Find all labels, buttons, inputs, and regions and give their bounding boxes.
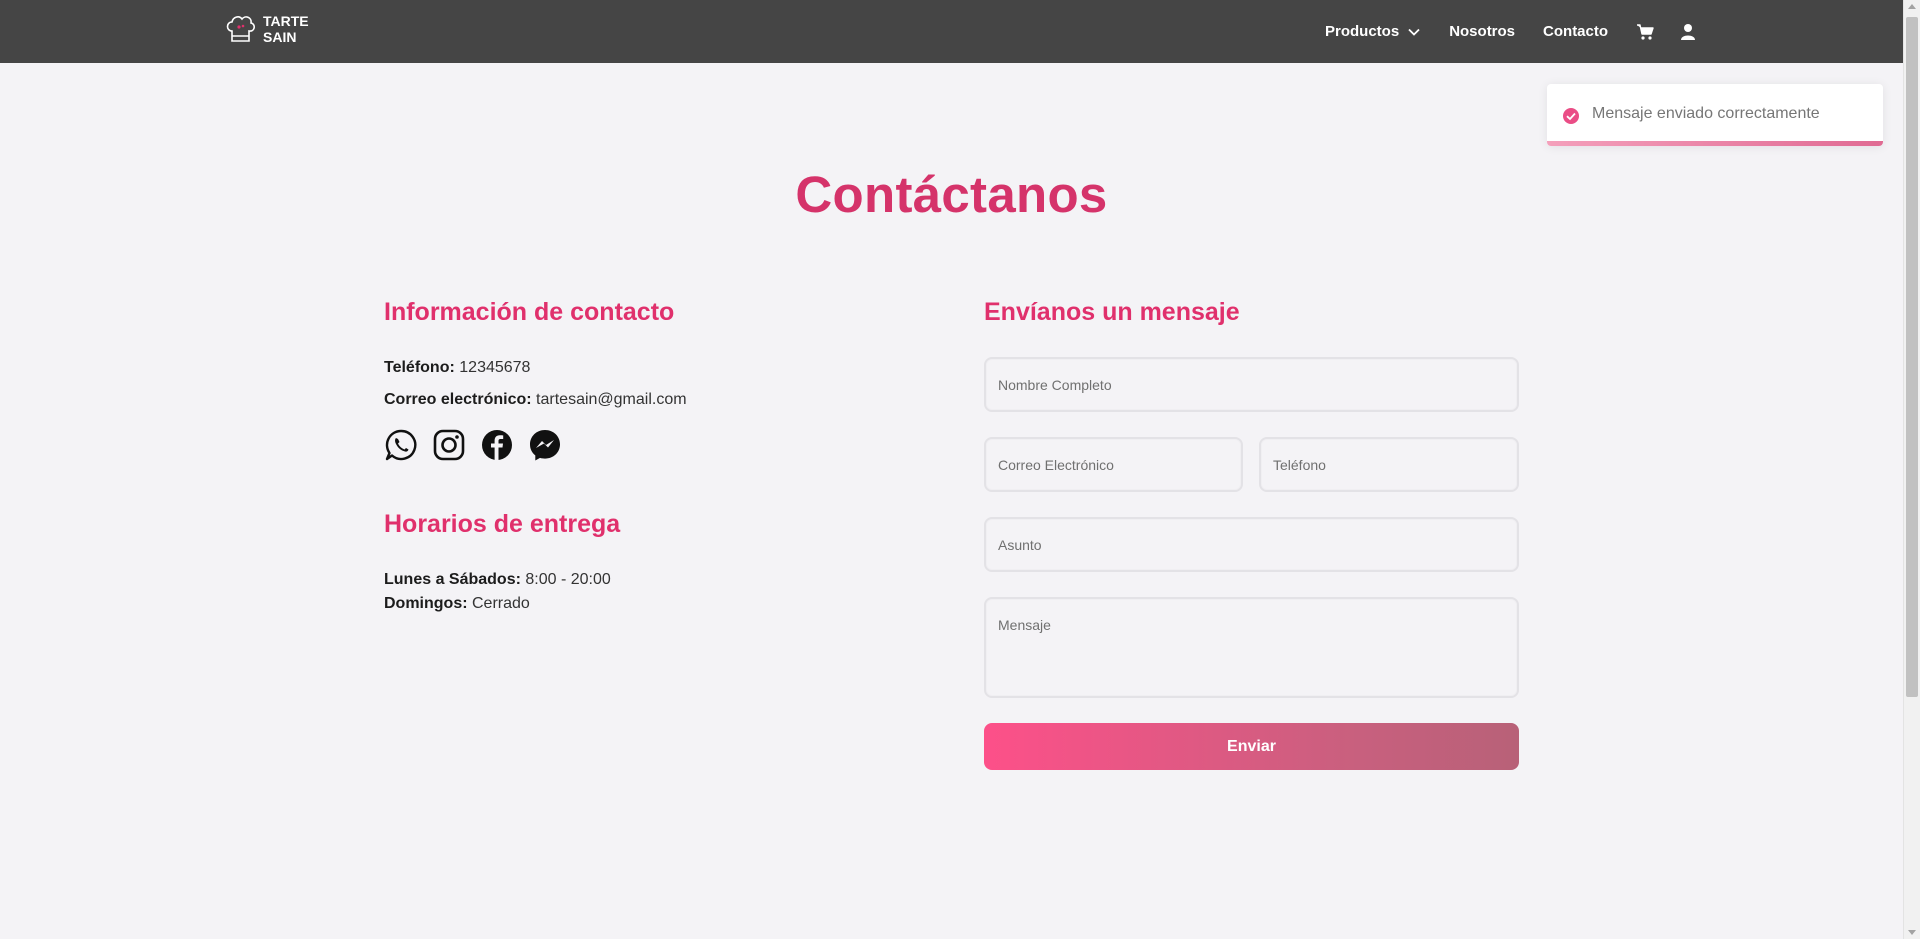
cart-button[interactable] [1636, 22, 1656, 42]
messenger-icon[interactable] [528, 428, 562, 462]
facebook-icon[interactable] [480, 428, 514, 462]
email-input[interactable] [984, 437, 1243, 492]
account-button[interactable] [1680, 22, 1700, 42]
chevron-down-icon [1408, 28, 1420, 36]
navbar: TARTE SAIN Productos Nosotros Contacto [0, 0, 1903, 63]
whatsapp-icon[interactable] [384, 428, 418, 462]
contact-info-heading: Información de contacto [384, 298, 675, 326]
name-input[interactable] [984, 357, 1519, 412]
social-links [384, 428, 562, 462]
nav-links: Productos Nosotros Contacto [1325, 0, 1724, 63]
message-textarea[interactable] [984, 597, 1519, 698]
email-line: Correo electrónico: tartesain@gmail.com [384, 391, 687, 409]
nav-about-link[interactable]: Nosotros [1449, 23, 1515, 40]
page-scrollbar[interactable] [1903, 0, 1920, 939]
nav-contact-link[interactable]: Contacto [1543, 23, 1608, 40]
weekdays-value: 8:00 - 20:00 [525, 571, 611, 588]
scroll-up-arrow-icon[interactable] [1908, 4, 1916, 9]
brand-logo[interactable]: TARTE SAIN [223, 12, 309, 46]
phone-label: Teléfono: [384, 359, 455, 376]
brand-name-line1: TARTE [263, 13, 309, 29]
toast-progress-bar [1547, 141, 1883, 146]
nav-products-label: Productos [1325, 23, 1400, 40]
email-label: Correo electrónico: [384, 391, 532, 408]
toast-message: Mensaje enviado correctamente [1592, 105, 1820, 122]
user-icon [1681, 23, 1696, 40]
brand-name-line2: SAIN [263, 29, 297, 45]
phone-value: 12345678 [459, 359, 531, 376]
phone-line: Teléfono: 12345678 [384, 359, 530, 377]
sunday-value: Cerrado [472, 595, 530, 612]
email-value: tartesain@gmail.com [536, 391, 687, 408]
scroll-thumb[interactable] [1906, 17, 1918, 697]
subject-input[interactable] [984, 517, 1519, 572]
phone-input[interactable] [1259, 437, 1519, 492]
page-title: Contáctanos [795, 166, 1108, 223]
weekdays-line: Lunes a Sábados: 8:00 - 20:00 [384, 571, 611, 589]
schedule-heading: Horarios de entrega [384, 510, 621, 538]
sunday-label: Domingos: [384, 595, 468, 612]
cart-icon [1637, 23, 1654, 40]
sunday-line: Domingos: Cerrado [384, 595, 530, 613]
success-toast[interactable]: Mensaje enviado correctamente [1547, 84, 1883, 146]
weekdays-label: Lunes a Sábados: [384, 571, 521, 588]
form-heading: Envíanos un mensaje [984, 298, 1240, 326]
instagram-icon[interactable] [432, 428, 466, 462]
chef-hat-icon [226, 16, 255, 42]
send-button[interactable]: Enviar [984, 723, 1519, 770]
nav-products-dropdown[interactable]: Productos [1325, 23, 1421, 40]
scroll-down-arrow-icon[interactable] [1908, 930, 1916, 935]
check-circle-icon [1563, 108, 1579, 124]
